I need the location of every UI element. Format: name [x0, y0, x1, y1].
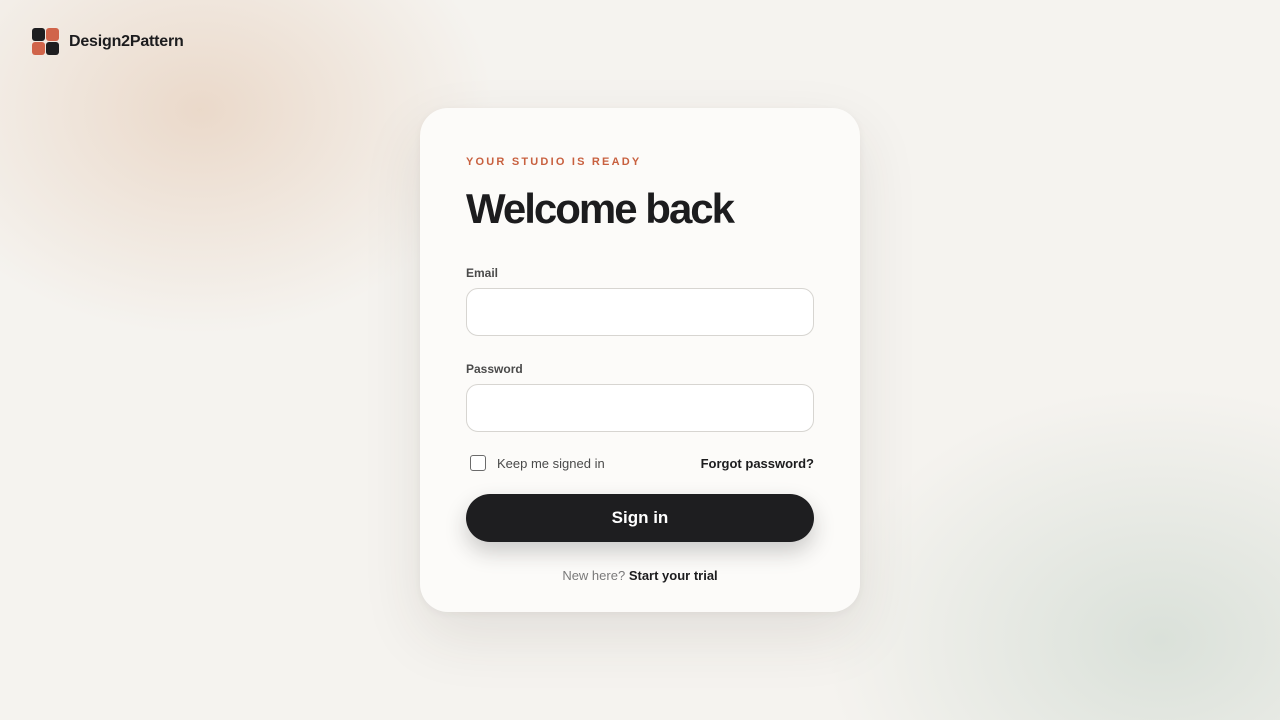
signup-prompt-text: New here? [562, 568, 626, 583]
remember-me-label[interactable]: Keep me signed in [497, 456, 605, 471]
logo-tile [46, 42, 59, 55]
logo-tile [46, 28, 59, 41]
logo-tile [32, 28, 45, 41]
brand-logo-icon [32, 28, 59, 55]
signin-options: Keep me signed in Forgot password? [466, 454, 814, 472]
email-field[interactable] [466, 288, 814, 336]
signup-prompt-line: New here? Start your trial [466, 568, 814, 583]
sign-in-button[interactable]: Sign in [466, 494, 814, 542]
start-trial-link[interactable]: Start your trial [629, 568, 718, 583]
remember-me[interactable]: Keep me signed in [466, 455, 605, 471]
password-label: Password [466, 362, 523, 376]
password-field[interactable] [466, 384, 814, 432]
eyebrow-text: YOUR STUDIO IS READY [466, 156, 642, 168]
remember-me-checkbox[interactable] [470, 455, 486, 471]
logo-tile [32, 42, 45, 55]
brand[interactable]: Design2Pattern [32, 28, 184, 55]
login-card: YOUR STUDIO IS READY Welcome back Email … [420, 108, 860, 612]
email-label: Email [466, 266, 499, 280]
forgot-password-link[interactable]: Forgot password? [701, 456, 814, 471]
page-title: Welcome back [466, 185, 735, 232]
brand-name: Design2Pattern [69, 32, 184, 50]
